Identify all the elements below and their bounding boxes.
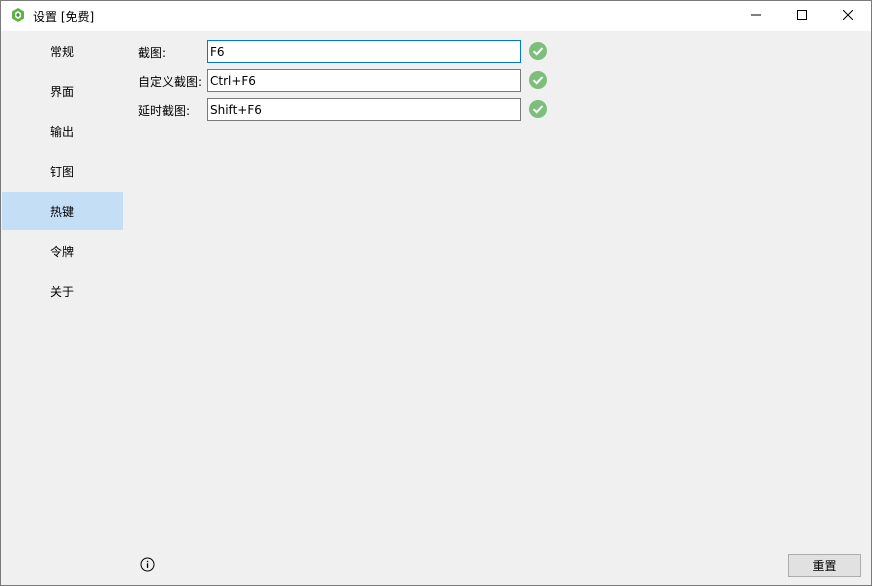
- sidebar-item-label: 输出: [50, 124, 75, 139]
- sidebar-item-interface[interactable]: 界面: [2, 72, 123, 110]
- check-circle-icon: [529, 71, 547, 89]
- minimize-button[interactable]: [733, 1, 779, 31]
- screenshot-hotkey-input[interactable]: [207, 40, 521, 63]
- sidebar-item-hotkeys[interactable]: 热键: [2, 192, 123, 230]
- sidebar-item-label: 热键: [50, 204, 75, 219]
- sidebar-item-pin[interactable]: 钉图: [2, 152, 123, 190]
- reset-button[interactable]: 重置: [788, 554, 861, 577]
- app-logo-icon: [10, 7, 26, 23]
- sidebar-item-about[interactable]: 关于: [2, 272, 123, 310]
- sidebar-item-label: 钉图: [50, 164, 75, 179]
- maximize-button[interactable]: [779, 1, 825, 31]
- sidebar-item-token[interactable]: 令牌: [2, 232, 123, 270]
- sidebar-item-label: 界面: [50, 84, 75, 99]
- window-title: 设置 [免费]: [33, 10, 95, 24]
- close-button[interactable]: [825, 1, 871, 31]
- sidebar: 常规 界面 输出 钉图 热键 令牌 关于: [2, 32, 123, 586]
- sidebar-item-label: 关于: [50, 284, 75, 299]
- sidebar-item-output[interactable]: 输出: [2, 112, 123, 150]
- title-bar[interactable]: 设置 [免费]: [1, 1, 871, 31]
- minimize-icon: [751, 9, 761, 23]
- close-icon: [842, 9, 854, 23]
- sidebar-item-label: 常规: [50, 44, 75, 59]
- delayed-screenshot-hotkey-input[interactable]: [207, 98, 521, 121]
- custom-screenshot-hotkey-input[interactable]: [207, 69, 521, 92]
- delayed-screenshot-hotkey-label: 延时截图:: [138, 104, 191, 118]
- custom-screenshot-hotkey-label: 自定义截图:: [138, 75, 203, 89]
- check-circle-icon: [529, 42, 547, 60]
- screenshot-hotkey-label: 截图:: [138, 46, 167, 60]
- info-icon[interactable]: [140, 557, 155, 572]
- settings-window: 设置 [免费] 常规 界面 输出 钉图 热键 令牌 关于 截图: F6 自定义截…: [0, 0, 872, 586]
- sidebar-item-general[interactable]: 常规: [2, 32, 123, 70]
- sidebar-item-label: 令牌: [50, 244, 75, 259]
- maximize-icon: [797, 9, 807, 23]
- check-circle-icon: [529, 100, 547, 118]
